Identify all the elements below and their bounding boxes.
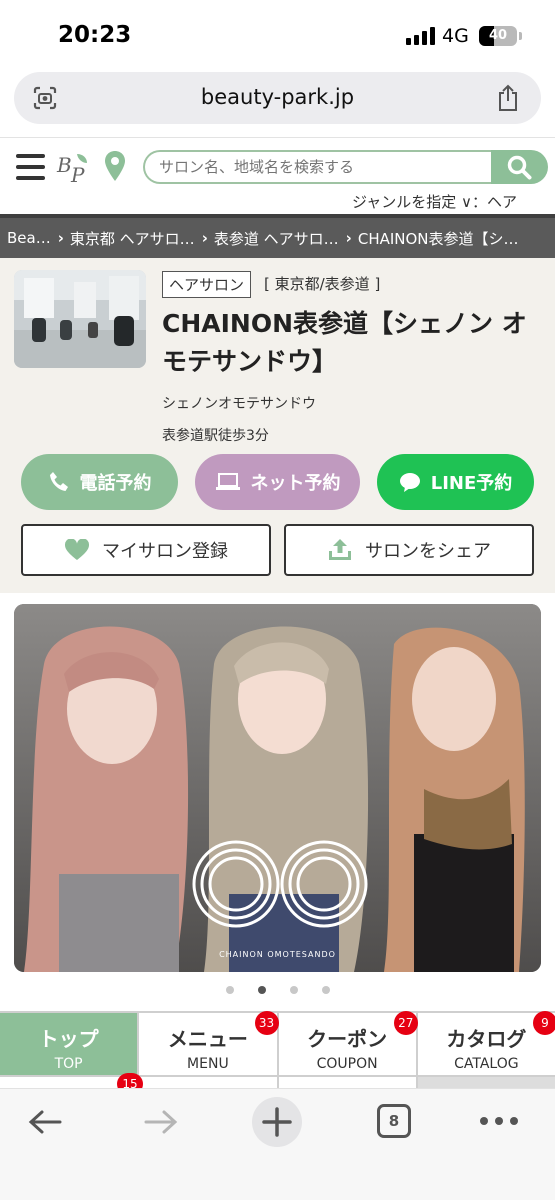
network-type: 4G [442, 25, 469, 47]
address-bar[interactable]: beauty-park.jp [14, 72, 541, 124]
chat-bubble-icon [399, 473, 420, 492]
tab-top[interactable]: トップ TOP [0, 1013, 140, 1075]
browser-toolbar: 8 [0, 1088, 555, 1200]
forward-arrow-icon[interactable] [142, 1107, 180, 1137]
svg-text:P: P [70, 163, 85, 187]
share-salon-button[interactable]: サロンをシェア [284, 524, 534, 576]
battery-cap [519, 32, 522, 40]
new-tab-button[interactable] [252, 1097, 302, 1147]
tab-sublabel: COUPON [316, 1056, 378, 1072]
count-badge: 9 [533, 1011, 555, 1035]
my-salon-label: マイサロン登録 [102, 541, 228, 562]
count-badge: 33 [254, 1011, 279, 1035]
tab-sublabel: CATALOG [454, 1056, 519, 1072]
search-button[interactable] [491, 150, 548, 184]
tab-label: トップ [38, 1027, 99, 1051]
salon-interior-photo[interactable] [14, 270, 146, 368]
site-header: B P ジャンルを指定 ∨：ヘア [0, 138, 555, 214]
heart-icon [64, 539, 90, 560]
salon-name: CHAINON表参道【シェノン オモテサンドウ】 [162, 309, 527, 376]
line-reserve-label: LINE予約 [430, 473, 513, 494]
share-salon-label: サロンをシェア [365, 541, 491, 562]
status-time: 20:23 [58, 22, 132, 48]
battery-icon: 40 [479, 26, 517, 46]
chevron-right-icon: › [345, 229, 352, 247]
status-bar: 20:23 4G 40 [0, 0, 555, 72]
breadcrumb-item[interactable]: CHAINON表参道【シ… [358, 228, 519, 249]
breadcrumb-item[interactable]: 表参道 ヘアサロ… [214, 228, 339, 249]
tab-sublabel: MENU [187, 1056, 229, 1072]
hamburger-menu-icon[interactable] [16, 154, 45, 182]
tab-sublabel: TOP [54, 1056, 83, 1072]
line-reserve-button[interactable]: LINE予約 [377, 454, 534, 510]
tab-coupon[interactable]: クーポン COUPON 27 [278, 1011, 418, 1075]
share-icon[interactable] [495, 84, 521, 112]
salon-tabs: トップ TOP メニュー MENU 33 クーポン COUPON 27 カタログ… [0, 1011, 555, 1075]
breadcrumb-item[interactable]: Bea… [7, 229, 51, 247]
salon-name-kana: シェノンオモテサンドウ [162, 396, 316, 412]
hero-caption: CHAINON OMOTESANDO [219, 950, 336, 959]
search-input[interactable] [143, 150, 493, 184]
url-text: beauty-park.jp [200, 85, 355, 109]
location-pin-icon[interactable] [104, 150, 126, 182]
carousel-dot[interactable] [289, 986, 298, 994]
cellular-signal-icon [406, 27, 435, 45]
salon-category-tag: ヘアサロン [162, 271, 252, 298]
salon-tabs-row2 [0, 1075, 555, 1089]
breadcrumb-item[interactable]: 東京都 ヘアサロ… [70, 228, 195, 249]
phone-icon [49, 472, 68, 491]
battery-percent: 40 [488, 28, 508, 43]
laptop-icon [215, 473, 240, 490]
site-logo[interactable]: B P [55, 148, 95, 188]
upload-share-icon [329, 539, 351, 560]
phone-reserve-button[interactable]: 電話予約 [21, 454, 178, 510]
phone-reserve-label: 電話予約 [79, 473, 152, 494]
tab-catalog[interactable]: カタログ CATALOG 9 [417, 1011, 555, 1075]
back-arrow-icon[interactable] [26, 1107, 64, 1137]
svg-text:B: B [56, 153, 72, 177]
net-reserve-button[interactable]: ネット予約 [195, 454, 360, 510]
search-icon [507, 155, 532, 180]
tab-menu[interactable]: メニュー MENU 33 [139, 1011, 279, 1075]
carousel-dot[interactable] [321, 986, 330, 994]
salon-access: 表参道駅徒歩3分 [162, 428, 269, 444]
carousel-dot-active[interactable] [257, 986, 266, 994]
breadcrumb: Bea… › 東京都 ヘアサロ… › 表参道 ヘアサロ… › CHAINON表参… [0, 214, 555, 258]
salon-area[interactable]: [ 東京都/表参道 ] [264, 273, 380, 294]
plus-icon [262, 1107, 292, 1137]
count-badge: 27 [393, 1011, 418, 1035]
carousel-indicator [0, 986, 555, 998]
net-reserve-label: ネット予約 [250, 473, 341, 494]
carousel-dot[interactable] [225, 986, 234, 994]
genre-selector[interactable]: ジャンルを指定 ∨：ヘア [352, 191, 517, 212]
hero-image[interactable]: CHAINON OMOTESANDO [14, 604, 541, 972]
more-options-icon[interactable] [480, 1117, 518, 1127]
chevron-right-icon: › [57, 229, 64, 247]
hero-photo [14, 604, 541, 972]
my-salon-button[interactable]: マイサロン登録 [21, 524, 271, 576]
tab-switcher-button[interactable]: 8 [377, 1104, 411, 1138]
chevron-right-icon: › [201, 229, 208, 247]
salon-info: ヘアサロン [ 東京都/表参道 ] CHAINON表参道【シェノン オモテサンド… [0, 258, 555, 593]
